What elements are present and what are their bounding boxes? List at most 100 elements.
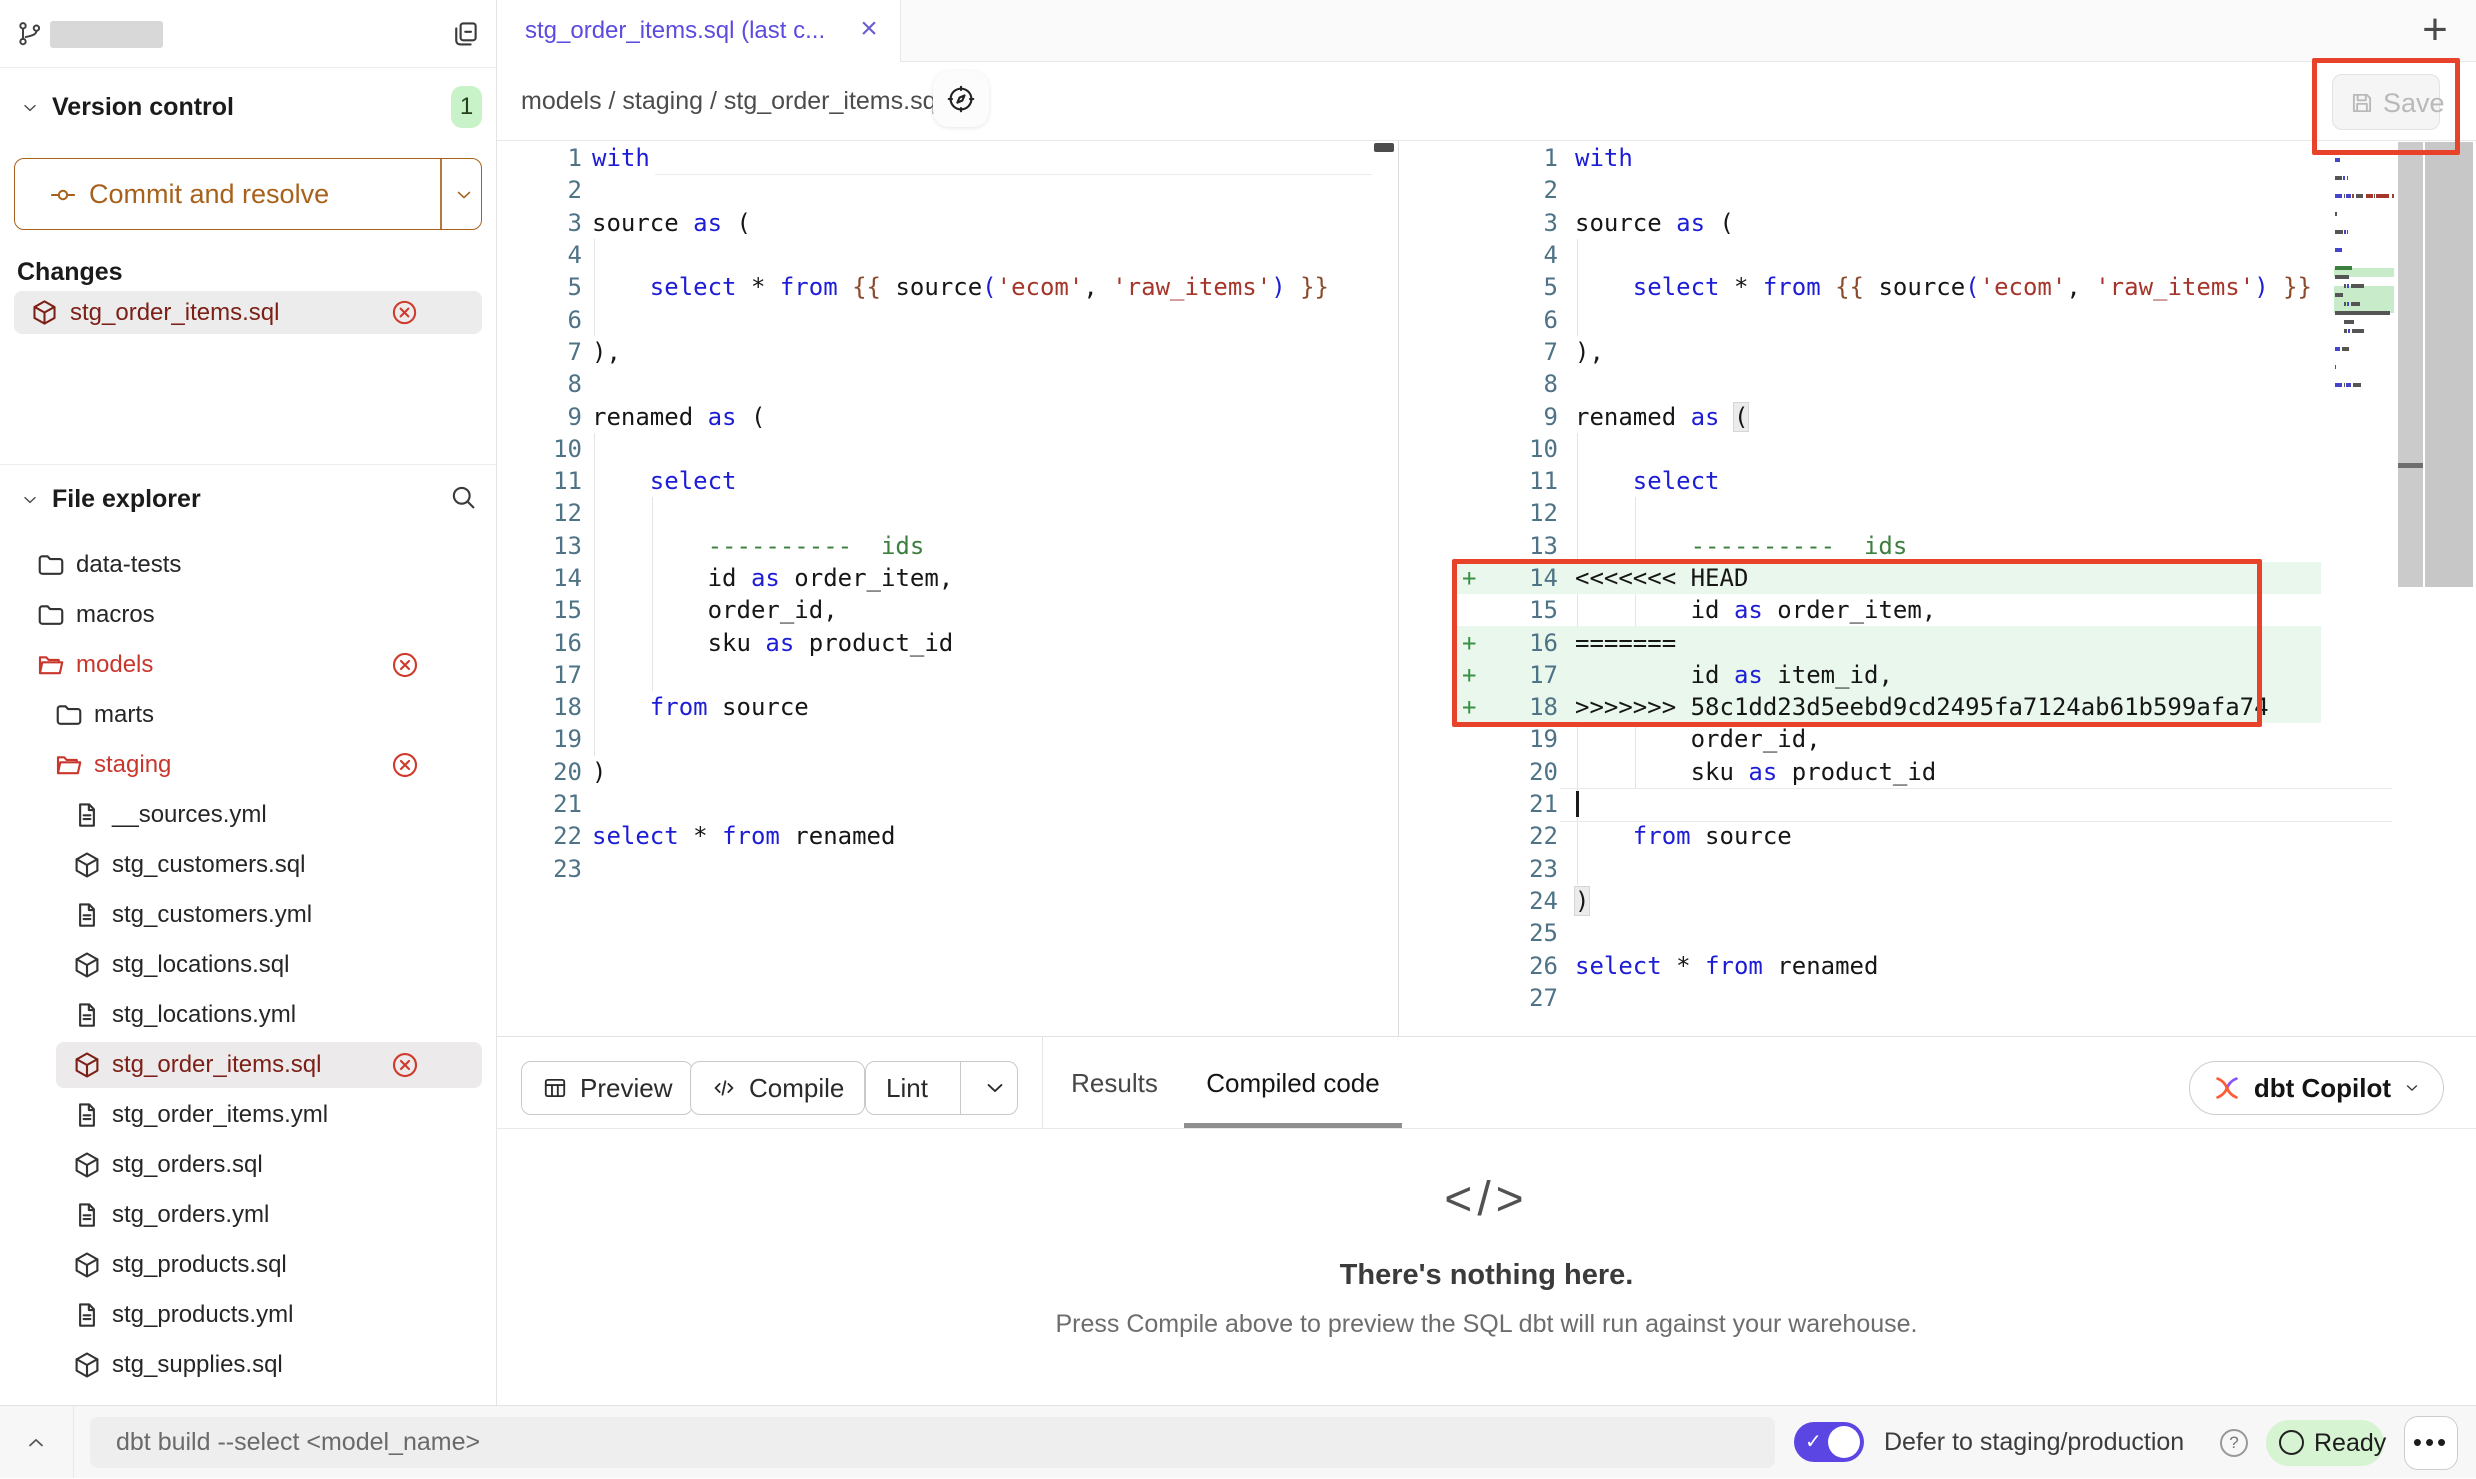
search-icon[interactable] xyxy=(448,482,478,512)
code-line-11[interactable]: 11 select xyxy=(1400,465,2395,497)
dbt-copilot-button[interactable]: dbt Copilot xyxy=(2189,1061,2444,1115)
code-line-2[interactable]: 2 xyxy=(1400,174,2395,206)
chevron-down-icon[interactable] xyxy=(973,1062,1017,1114)
more-options-button[interactable]: ••• xyxy=(2404,1416,2458,1470)
tab-compiled-code[interactable]: Compiled code xyxy=(1184,1037,1402,1129)
tab-results[interactable]: Results xyxy=(1067,1037,1162,1129)
code-line-2[interactable]: 2 xyxy=(498,174,1372,206)
chevron-down-icon[interactable] xyxy=(20,98,40,118)
code-line-17[interactable]: +17 id as item_id, xyxy=(1400,659,2395,691)
compile-button[interactable]: Compile xyxy=(690,1061,865,1115)
code-line-9[interactable]: 9renamed as ( xyxy=(1400,400,2395,432)
file-item-stg_order_items.yml[interactable]: stg_order_items.yml xyxy=(0,1090,496,1140)
code-line-23[interactable]: 23 xyxy=(1400,853,2395,885)
code-line-10[interactable]: 10 xyxy=(1400,433,2395,465)
code-line-11[interactable]: 11 select xyxy=(498,465,1372,497)
file-item-stg_orders.sql[interactable]: stg_orders.sql xyxy=(0,1140,496,1190)
commit-and-resolve-button[interactable]: Commit and resolve xyxy=(14,158,482,230)
file-item-__sources.yml[interactable]: __sources.yml xyxy=(0,790,496,840)
code-line-13[interactable]: 13 ---------- ids xyxy=(498,530,1372,562)
changed-file-row[interactable]: stg_order_items.sql xyxy=(14,291,482,334)
code-line-22[interactable]: 22 from source xyxy=(1400,820,2395,852)
new-tab-button[interactable]: + xyxy=(2412,4,2458,56)
code-line-15[interactable]: 15 id as order_item, xyxy=(1400,594,2395,626)
tab-stg-order-items[interactable]: stg_order_items.sql (last c... × xyxy=(497,0,901,62)
editor-scrollbar[interactable] xyxy=(2425,142,2473,587)
minimap[interactable] xyxy=(2334,151,2394,401)
code-line-7[interactable]: 7), xyxy=(1400,336,2395,368)
code-line-19[interactable]: 19 order_id, xyxy=(1400,723,2395,755)
help-icon[interactable]: ? xyxy=(2220,1429,2248,1457)
lint-button[interactable]: Lint xyxy=(865,1061,1018,1115)
code-line-6[interactable]: 6 xyxy=(498,303,1372,335)
defer-toggle[interactable]: ✓ xyxy=(1794,1422,1864,1462)
chevron-up-icon[interactable] xyxy=(24,1431,48,1455)
code-line-20[interactable]: 20 sku as product_id xyxy=(1400,756,2395,788)
code-line-16[interactable]: 16 sku as product_id xyxy=(498,626,1372,658)
chevron-down-icon[interactable] xyxy=(453,184,475,206)
file-item-stg_orders.yml[interactable]: stg_orders.yml xyxy=(0,1190,496,1240)
code-line-18[interactable]: +18>>>>>>> 58c1dd23d5eebd9cd2495fa7124ab… xyxy=(1400,691,2395,723)
file-item-stg_supplies.sql[interactable]: stg_supplies.sql xyxy=(0,1340,496,1390)
code-line-27[interactable]: 27 xyxy=(1400,982,2395,1014)
lineage-button[interactable] xyxy=(933,71,989,127)
code-line-19[interactable]: 19 xyxy=(498,723,1372,755)
discard-change-icon[interactable] xyxy=(390,750,420,780)
file-item-stg_customers.yml[interactable]: stg_customers.yml xyxy=(0,890,496,940)
preview-button[interactable]: Preview xyxy=(521,1061,693,1115)
code-line-17[interactable]: 17 xyxy=(498,659,1372,691)
code-line-8[interactable]: 8 xyxy=(1400,368,2395,400)
chevron-down-icon[interactable] xyxy=(20,490,40,510)
code-line-10[interactable]: 10 xyxy=(498,433,1372,465)
save-button[interactable]: Save xyxy=(2332,74,2440,130)
version-control-header[interactable]: Version control xyxy=(0,86,496,130)
file-item-staging[interactable]: staging xyxy=(0,740,496,790)
file-item-stg_products.yml[interactable]: stg_products.yml xyxy=(0,1290,496,1340)
code-line-25[interactable]: 25 xyxy=(1400,917,2395,949)
file-item-marts[interactable]: marts xyxy=(0,690,496,740)
code-line-6[interactable]: 6 xyxy=(1400,303,2395,335)
code-line-24[interactable]: 24) xyxy=(1400,885,2395,917)
command-input[interactable] xyxy=(90,1417,1775,1468)
lint-label[interactable]: Lint xyxy=(866,1062,948,1114)
code-line-3[interactable]: 3source as ( xyxy=(498,207,1372,239)
file-item-macros[interactable]: macros xyxy=(0,590,496,640)
code-line-21[interactable]: 21 xyxy=(1400,788,2395,820)
code-line-21[interactable]: 21 xyxy=(498,788,1372,820)
copy-icon[interactable] xyxy=(450,19,480,49)
discard-change-icon[interactable] xyxy=(390,1050,420,1080)
code-line-14[interactable]: 14 id as order_item, xyxy=(498,562,1372,594)
code-line-4[interactable]: 4 xyxy=(1400,239,2395,271)
file-item-stg_locations.yml[interactable]: stg_locations.yml xyxy=(0,990,496,1040)
file-item-data-tests[interactable]: data-tests xyxy=(0,540,496,590)
code-line-12[interactable]: 12 xyxy=(498,497,1372,529)
file-item-stg_locations.sql[interactable]: stg_locations.sql xyxy=(0,940,496,990)
code-line-23[interactable]: 23 xyxy=(498,853,1372,885)
file-item-stg_order_items.sql[interactable]: stg_order_items.sql xyxy=(0,1040,496,1090)
code-line-3[interactable]: 3source as ( xyxy=(1400,207,2395,239)
code-line-7[interactable]: 7), xyxy=(498,336,1372,368)
minimap-scrollbar[interactable] xyxy=(2398,142,2423,587)
code-line-12[interactable]: 12 xyxy=(1400,497,2395,529)
file-explorer-header[interactable]: File explorer xyxy=(0,478,496,522)
editor-pane-last-commit[interactable]: 1with23source as (45 select * from {{ so… xyxy=(498,142,1372,1036)
code-line-8[interactable]: 8 xyxy=(498,368,1372,400)
file-item-stg_customers.sql[interactable]: stg_customers.sql xyxy=(0,840,496,890)
code-line-9[interactable]: 9renamed as ( xyxy=(498,400,1372,432)
code-line-26[interactable]: 26select * from renamed xyxy=(1400,949,2395,981)
code-line-22[interactable]: 22select * from renamed xyxy=(498,820,1372,852)
file-item-stg_products.sql[interactable]: stg_products.sql xyxy=(0,1240,496,1290)
code-line-20[interactable]: 20) xyxy=(498,756,1372,788)
code-line-4[interactable]: 4 xyxy=(498,239,1372,271)
pane-divider[interactable] xyxy=(1398,141,1399,1036)
code-line-15[interactable]: 15 order_id, xyxy=(498,594,1372,626)
code-line-1[interactable]: 1with xyxy=(1400,142,2395,174)
discard-change-icon[interactable] xyxy=(390,298,419,327)
editor-pane-current[interactable]: 1with23source as (45 select * from {{ so… xyxy=(1400,142,2395,1036)
code-line-5[interactable]: 5 select * from {{ source('ecom', 'raw_i… xyxy=(498,271,1372,303)
code-line-14[interactable]: +14<<<<<<< HEAD xyxy=(1400,562,2395,594)
left-scrollbar-thumb[interactable] xyxy=(1374,143,1394,152)
discard-change-icon[interactable] xyxy=(390,650,420,680)
code-line-1[interactable]: 1with xyxy=(498,142,1372,174)
code-line-13[interactable]: 13 ---------- ids xyxy=(1400,530,2395,562)
